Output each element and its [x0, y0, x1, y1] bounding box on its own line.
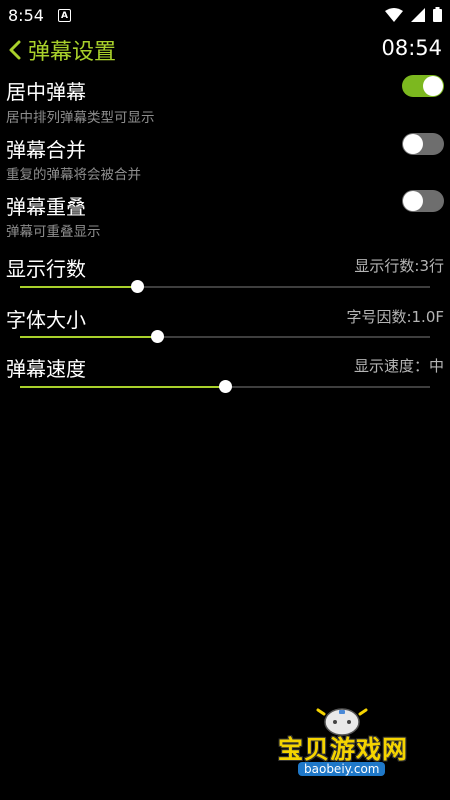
slider-fill [20, 386, 225, 388]
status-bar: 8:54 A [0, 0, 450, 32]
watermark-url: baobeiy.com [298, 762, 386, 776]
battery-icon [433, 7, 442, 22]
center-danmaku-switch[interactable] [402, 75, 444, 97]
cell-signal-icon [411, 7, 425, 22]
switch-thumb [403, 191, 423, 211]
merge-danmaku-switch[interactable] [402, 133, 444, 155]
setting-display-rows: 显示行数 显示行数:3行 [0, 250, 450, 298]
rows-value-label: 显示行数:3行 [354, 257, 444, 275]
header-clock: 08:54 [381, 36, 442, 60]
setting-danmaku-speed: 弹幕速度 显示速度：中 [0, 350, 450, 398]
setting-subtitle: 重复的弹幕将会被合并 [6, 167, 141, 183]
rows-slider[interactable] [20, 278, 430, 296]
setting-font-size: 字体大小 字号因数:1.0F [0, 301, 450, 349]
overlap-danmaku-switch[interactable] [402, 190, 444, 212]
status-time: 8:54 [8, 6, 44, 25]
speed-value-label: 显示速度：中 [353, 357, 444, 375]
font-size-value-label: 字号因数:1.0F [346, 308, 444, 326]
slider-thumb[interactable] [150, 330, 164, 343]
slider-thumb[interactable] [219, 380, 232, 393]
setting-center-danmaku: 居中弹幕 居中排列弹幕类型可显示 [0, 72, 450, 128]
slider-fill [20, 286, 137, 288]
back-button[interactable]: 弹幕设置 [8, 34, 116, 66]
app-header: 弹幕设置 08:54 [0, 32, 450, 68]
setting-title: 居中弹幕 [6, 80, 86, 104]
site-watermark: 宝贝游戏网 baobeiy.com [270, 700, 450, 800]
switch-thumb [423, 76, 443, 96]
speed-slider[interactable] [20, 378, 430, 396]
chevron-left-icon [9, 40, 21, 60]
setting-title: 弹幕合并 [6, 138, 86, 162]
watermark-text: 宝贝游戏网 [278, 735, 409, 764]
slider-thumb[interactable] [130, 280, 144, 293]
setting-overlap-danmaku: 弹幕重叠 弹幕可重叠显示 [0, 188, 450, 244]
page-title: 弹幕设置 [28, 40, 117, 65]
setting-subtitle: 弹幕可重叠显示 [6, 224, 101, 240]
slider-fill [20, 336, 157, 338]
setting-title: 弹幕重叠 [6, 195, 86, 219]
wifi-icon [385, 7, 403, 22]
setting-subtitle: 居中排列弹幕类型可显示 [6, 110, 155, 126]
switch-thumb [403, 134, 423, 154]
setting-merge-danmaku: 弹幕合并 重复的弹幕将会被合并 [0, 130, 450, 186]
font-size-slider[interactable] [20, 328, 430, 346]
app-notification-icon: A [58, 9, 71, 22]
